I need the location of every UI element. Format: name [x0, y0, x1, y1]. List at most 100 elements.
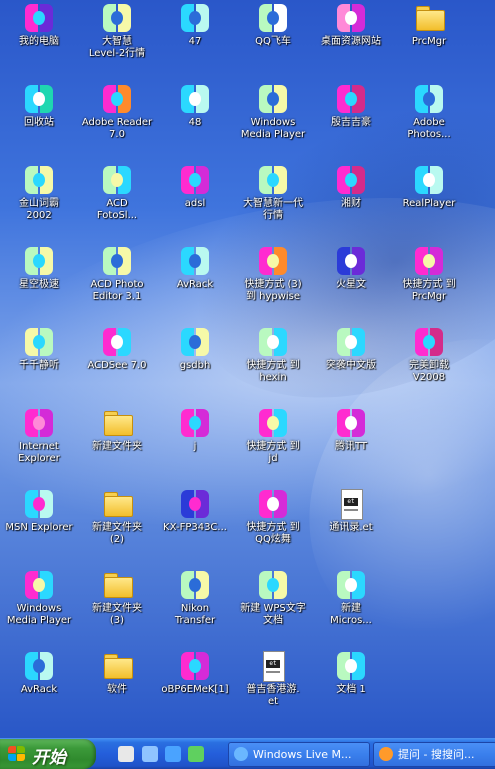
desktop-icon-label: 湘财: [341, 198, 361, 209]
desktop-icon[interactable]: 湘财: [311, 162, 391, 240]
desktop-icon[interactable]: gsdbh: [155, 324, 235, 402]
windows-logo-icon: [8, 746, 26, 762]
desktop-icon[interactable]: Windows Media Player: [0, 567, 79, 645]
desktop-icon[interactable]: oBP6EMeK[1]: [155, 648, 235, 726]
desktop-icon-label: j: [193, 441, 197, 452]
desktop-icon[interactable]: 突袭中文版: [311, 324, 391, 402]
desktop-icon-label: 腾讯TT: [334, 441, 368, 452]
desktop-icon[interactable]: 文档 1: [311, 648, 391, 726]
start-button[interactable]: 开始: [0, 739, 96, 769]
desktop-icon[interactable]: 千千静听: [0, 324, 79, 402]
desktop-icon[interactable]: AvRack: [0, 648, 79, 726]
desktop-icon[interactable]: QQ飞车: [233, 0, 313, 78]
desktop-icon[interactable]: 新建文件夹 (3): [77, 567, 157, 645]
application-icon: [257, 569, 289, 601]
desktop-icon[interactable]: ACDSee 7.0: [77, 324, 157, 402]
desktop-icon[interactable]: Nikon Transfer: [155, 567, 235, 645]
desktop-icon[interactable]: j: [155, 405, 235, 483]
desktop-icon[interactable]: 快捷方式 到 PrcMgr: [389, 243, 469, 321]
desktop-icon[interactable]: 新建 Micros...: [311, 567, 391, 645]
desktop-icon[interactable]: 新建文件夹: [77, 405, 157, 483]
application-icon: [101, 2, 133, 34]
taskbar-task-button[interactable]: Windows Live M...: [228, 742, 370, 767]
desktop-icon[interactable]: Adobe Reader 7.0: [77, 81, 157, 159]
desktop-icon[interactable]: 大智慧新一代 行情: [233, 162, 313, 240]
application-icon: [413, 164, 445, 196]
start-label: 开始: [32, 748, 66, 768]
desktop-icon-label: Windows Media Player: [6, 603, 72, 626]
desktop-icon[interactable]: 桌面资源网站: [311, 0, 391, 78]
folder-icon: [413, 2, 445, 34]
desktop-icon-label: Adobe Photos...: [407, 117, 451, 140]
desktop-icon-label: 新建 WPS文字 文档: [240, 603, 306, 626]
desktop-icon[interactable]: 快捷方式 到 jd: [233, 405, 313, 483]
desktop-icon[interactable]: 回收站: [0, 81, 79, 159]
desktop-icon-label: 文档 1: [336, 684, 366, 695]
desktop-icon-label: 大智慧新一代 行情: [243, 198, 303, 221]
internet-explorer-icon[interactable]: [165, 746, 181, 762]
desktop-icon[interactable]: 47: [155, 0, 235, 78]
desktop-icon[interactable]: 完美卸载 V2008: [389, 324, 469, 402]
desktop-icon[interactable]: ACD Photo Editor 3.1: [77, 243, 157, 321]
desktop-icon[interactable]: 我的电脑: [0, 0, 79, 78]
desktop-icon[interactable]: 软件: [77, 648, 157, 726]
desktop-icon-label: 快捷方式 到 hexin: [246, 360, 300, 383]
desktop-icon[interactable]: et 普吉香港游. et: [233, 648, 313, 726]
desktop-icon-label: 火星文: [336, 279, 366, 290]
desktop-icon-label: MSN Explorer: [5, 522, 73, 533]
application-icon: [335, 569, 367, 601]
desktop-icon-label: 千千静听: [19, 360, 59, 371]
desktop-icon[interactable]: 腾讯TT: [311, 405, 391, 483]
application-icon: [413, 245, 445, 277]
desktop-icon[interactable]: 大智慧 Level-2行情: [77, 0, 157, 78]
folder-icon: [101, 569, 133, 601]
desktop-icon[interactable]: MSN Explorer: [0, 486, 79, 564]
application-icon: [335, 650, 367, 682]
desktop-icon[interactable]: 星空极速: [0, 243, 79, 321]
desktop-icon[interactable]: KX-FP343C...: [155, 486, 235, 564]
desktop-icon[interactable]: 殷吉吉豪: [311, 81, 391, 159]
desktop-icon[interactable]: 快捷方式 到 hexin: [233, 324, 313, 402]
desktop-icon[interactable]: Adobe Photos...: [389, 81, 469, 159]
desktop-icon[interactable]: adsl: [155, 162, 235, 240]
desktop-icon[interactable]: 新建 WPS文字 文档: [233, 567, 313, 645]
desktop-icon-label: 新建文件夹: [92, 441, 142, 452]
desktop-icon-label: 快捷方式 到 QQ炫舞: [246, 522, 300, 545]
desktop-icon[interactable]: 火星文: [311, 243, 391, 321]
desktop-icon[interactable]: et 通讯录.et: [311, 486, 391, 564]
desktop-icon[interactable]: Windows Media Player: [233, 81, 313, 159]
application-icon: [23, 650, 55, 682]
desktop-icon[interactable]: RealPlayer: [389, 162, 469, 240]
desktop-icon[interactable]: Internet Explorer: [0, 405, 79, 483]
desktop-icon[interactable]: AvRack: [155, 243, 235, 321]
desktop-icon[interactable]: 金山词霸 2002: [0, 162, 79, 240]
application-icon: [101, 83, 133, 115]
taskbar-task-button[interactable]: 提问 - 搜搜问...: [373, 742, 495, 767]
msn-icon[interactable]: [188, 746, 204, 762]
application-icon: [101, 326, 133, 358]
desktop-icon[interactable]: ACD FotoSl...: [77, 162, 157, 240]
desktop-icon-label: 新建文件夹 (3): [92, 603, 142, 626]
desktop-icon[interactable]: 快捷方式 (3) 到 hypwise: [233, 243, 313, 321]
application-icon: [413, 326, 445, 358]
desktop-icon-label: 殷吉吉豪: [331, 117, 371, 128]
task-app-icon: [379, 747, 393, 761]
desktop-icon-label: 完美卸载 V2008: [409, 360, 449, 383]
application-icon: [179, 83, 211, 115]
desktop-icon-label: 新建文件夹 (2): [92, 522, 142, 545]
application-icon: [257, 164, 289, 196]
application-icon: [101, 245, 133, 277]
application-icon: [257, 83, 289, 115]
desktop-icon[interactable]: 新建文件夹 (2): [77, 486, 157, 564]
desktop-icon-label: Windows Media Player: [240, 117, 306, 140]
windows-media-icon[interactable]: [118, 746, 134, 762]
desktop-icon-label: Internet Explorer: [18, 441, 60, 464]
application-icon: [179, 650, 211, 682]
desktop-icon[interactable]: PrcMgr: [389, 0, 469, 78]
desktop-icon-label: 软件: [107, 684, 127, 695]
application-icon: [335, 245, 367, 277]
desktop-icon[interactable]: 48: [155, 81, 235, 159]
desktop-icon-label: 普吉香港游. et: [246, 684, 300, 707]
show-desktop-icon[interactable]: [142, 746, 158, 762]
desktop-icon[interactable]: 快捷方式 到 QQ炫舞: [233, 486, 313, 564]
